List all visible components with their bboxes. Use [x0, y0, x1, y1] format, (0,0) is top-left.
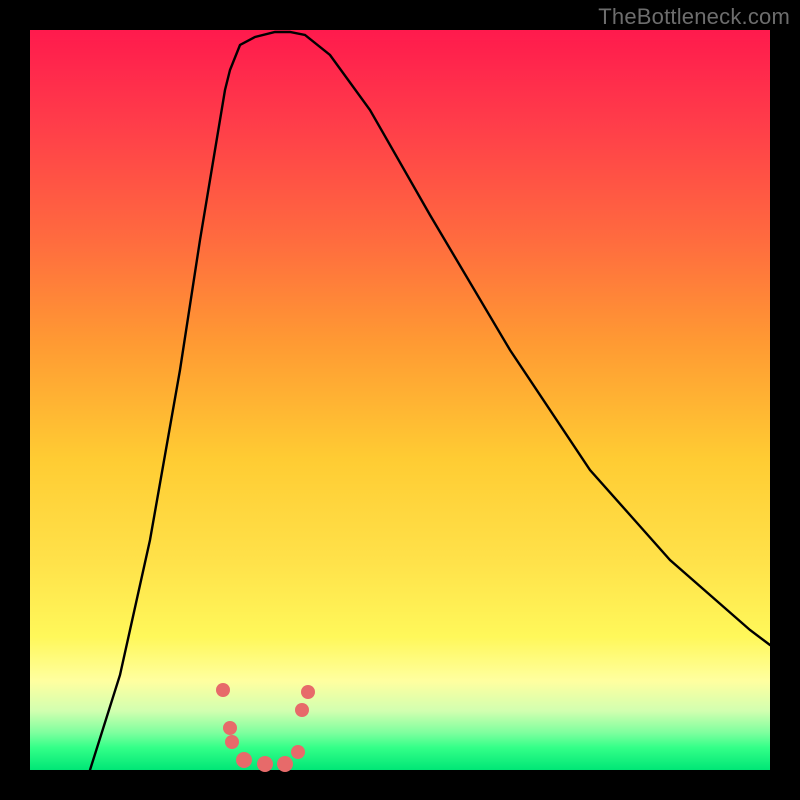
data-point: [257, 756, 273, 772]
data-point: [223, 721, 237, 735]
data-point: [291, 745, 305, 759]
chart-svg: [30, 30, 770, 770]
data-point: [301, 685, 315, 699]
data-point: [277, 756, 293, 772]
data-point: [236, 752, 252, 768]
chart-plot-area: [30, 30, 770, 770]
data-point: [225, 735, 239, 749]
data-point: [216, 683, 230, 697]
chart-frame: TheBottleneck.com: [0, 0, 800, 800]
bottleneck-curve: [90, 32, 770, 770]
data-point-markers: [216, 683, 315, 772]
watermark-text: TheBottleneck.com: [598, 4, 790, 30]
data-point: [295, 703, 309, 717]
